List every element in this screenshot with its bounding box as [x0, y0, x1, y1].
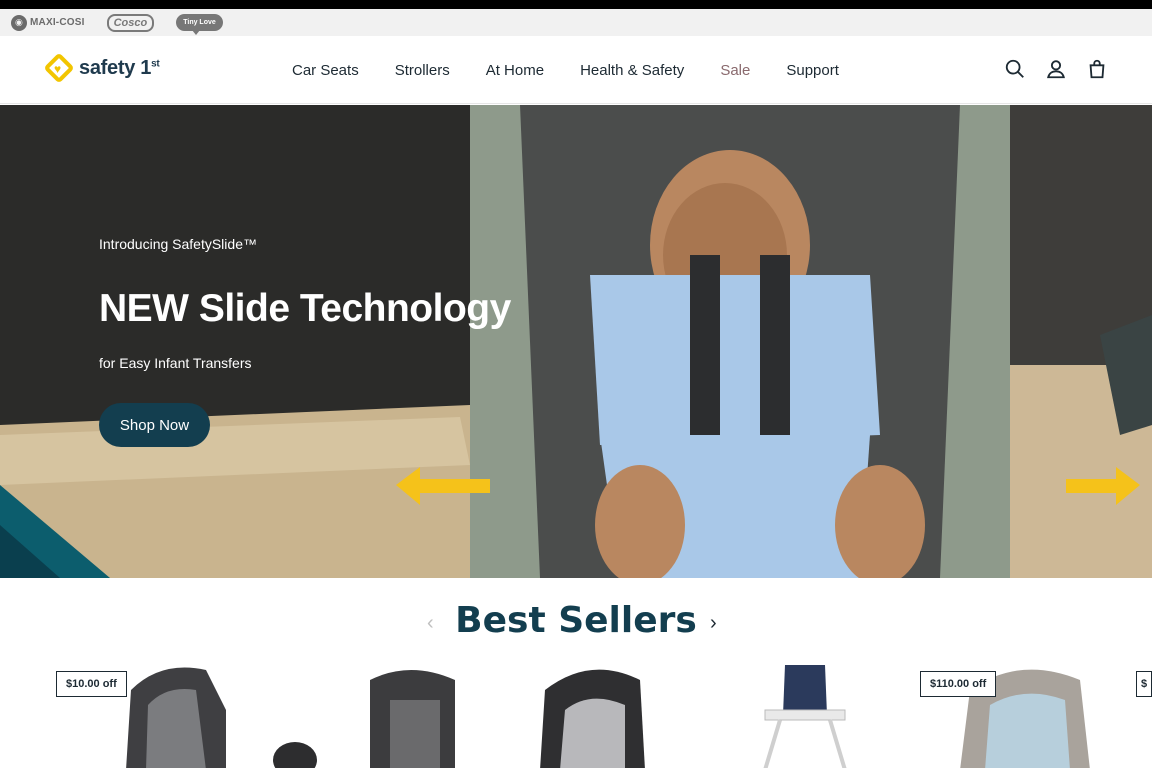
- account-icon[interactable]: [1045, 58, 1067, 80]
- best-sellers-section: ‹ Best Sellers › $10.00 off $110.00 off …: [0, 578, 1152, 768]
- product-card[interactable]: $110.00 off: [920, 660, 1110, 768]
- nav-sale[interactable]: Sale: [720, 62, 750, 79]
- hero-banner: Introducing SafetySlide™ NEW Slide Techn…: [0, 105, 1152, 578]
- maxi-cosi-logo-icon: ◉: [11, 14, 27, 31]
- main-nav: Car Seats Strollers At Home Health & Saf…: [292, 36, 875, 104]
- hero-eyebrow: Introducing SafetySlide™: [99, 236, 257, 252]
- brand-bar: ◉ MAXI-COSI Cosco Tiny Love: [0, 9, 1152, 36]
- bag-icon[interactable]: [1086, 58, 1108, 80]
- maxi-cosi-label: MAXI-COSI: [30, 17, 85, 28]
- product-card[interactable]: [730, 660, 920, 768]
- best-sellers-title: Best Sellers: [455, 600, 697, 641]
- safety-1st-logo[interactable]: ♥ safety 1st: [43, 52, 160, 84]
- product-card[interactable]: [270, 660, 460, 768]
- cosco-link[interactable]: Cosco: [106, 13, 155, 32]
- maxi-cosi-link[interactable]: ◉ MAXI-COSI: [11, 14, 85, 31]
- product-booster-image: [540, 669, 645, 768]
- carousel-next-icon[interactable]: ›: [710, 612, 717, 635]
- search-icon[interactable]: [1004, 58, 1026, 80]
- hero-title: NEW Slide Technology: [99, 287, 511, 330]
- nav-support[interactable]: Support: [786, 62, 839, 79]
- product-high-chair-image: [763, 665, 847, 768]
- shop-now-button[interactable]: Shop Now: [99, 403, 210, 447]
- logo-text: safety 1st: [79, 56, 160, 79]
- discount-badge: $: [1136, 671, 1152, 697]
- nav-at-home[interactable]: At Home: [486, 62, 544, 79]
- nav-strollers[interactable]: Strollers: [395, 62, 450, 79]
- product-card[interactable]: $10.00 off: [56, 660, 246, 768]
- site-header: ♥ safety 1st Car Seats Strollers At Home…: [0, 36, 1152, 104]
- hero-photo: [0, 105, 1152, 578]
- product-card[interactable]: [500, 660, 690, 768]
- product-card[interactable]: $: [1136, 660, 1152, 768]
- tiny-love-link[interactable]: Tiny Love: [176, 14, 223, 35]
- product-stroller-image: [273, 670, 455, 768]
- top-edge-bar: [0, 0, 1152, 9]
- hero-subtitle: for Easy Infant Transfers: [99, 355, 252, 371]
- logo-diamond-icon: ♥: [43, 52, 75, 84]
- discount-badge: $110.00 off: [920, 671, 997, 697]
- nav-car-seats[interactable]: Car Seats: [292, 62, 359, 79]
- discount-badge: $10.00 off: [56, 671, 127, 697]
- header-icons: [1004, 58, 1108, 80]
- nav-health-safety[interactable]: Health & Safety: [580, 62, 684, 79]
